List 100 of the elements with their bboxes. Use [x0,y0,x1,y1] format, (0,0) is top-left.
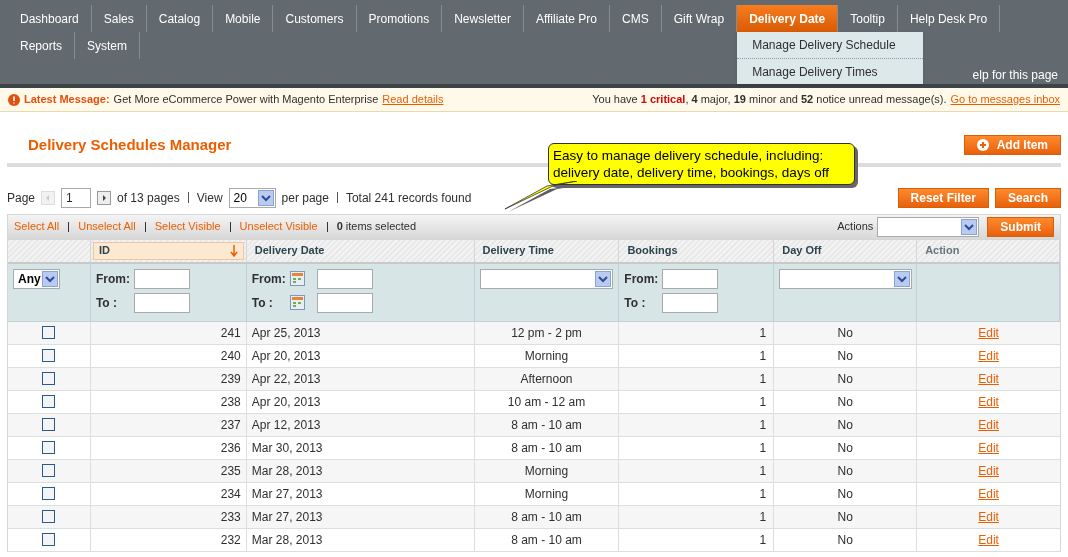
mass-action-link[interactable]: Select Visible [154,218,221,235]
nav-menu-item[interactable]: System [75,32,141,59]
nav-menu-item[interactable]: Affiliate Pro [523,5,611,32]
edit-link[interactable]: Edit [978,461,999,480]
table-cell-text: Apr 20, 2013 [251,347,321,365]
table-cell-text: No [837,462,853,480]
table-cell-text: Morning [524,462,569,480]
page-title: Delivery Schedules Manager [28,135,232,155]
table-cell-text: Mar 28, 2013 [251,462,323,480]
table-cell-text: 238 [220,393,241,411]
warning-icon [8,93,20,106]
row-checkbox[interactable] [42,418,56,431]
table-cell-text: Mar 28, 2013 [251,531,323,549]
input-field[interactable] [662,268,719,289]
column-header[interactable]: ID [92,241,244,260]
table-cell-text: No [837,370,853,388]
per-page-select[interactable]: 20 [228,187,276,208]
table-cell-text: 240 [220,347,241,365]
column-header[interactable]: Action [919,241,1057,260]
table-cell-text: Apr 20, 2013 [251,393,321,411]
filter-select[interactable] [479,268,613,289]
actions-select[interactable] [877,216,980,237]
nav-menu-item[interactable]: Catalog [146,5,214,32]
nav-menu-item[interactable]: Customers [273,5,357,32]
page-count: of 13 pages [117,189,180,207]
previous-icon[interactable] [41,190,56,205]
row-checkbox[interactable] [42,510,56,523]
edit-link[interactable]: Edit [978,346,999,365]
view-label: View [196,189,223,207]
table-cell-text: 232 [220,531,241,549]
nav-menu-item[interactable]: Delivery Date [737,5,839,32]
table-cell-text: Apr 22, 2013 [251,370,321,388]
dropdown-menu-item[interactable]: Manage Delivery Schedule [737,32,924,58]
edit-link[interactable]: Edit [978,415,999,434]
nav-menu-item[interactable]: Help Desk Pro [897,5,1001,32]
per-page-label: per page [281,189,329,207]
reset-filter-button[interactable]: Reset Filter [897,187,989,208]
nav-menu-item[interactable]: Sales [91,5,147,32]
table-cell-text: Morning [524,485,569,503]
table-cell-text: 12 pm - 2 pm [511,324,582,342]
row-checkbox[interactable] [42,441,56,454]
read-details-link[interactable]: Read details [382,91,444,108]
input-field[interactable] [662,292,719,313]
submit-button[interactable]: Submit [987,216,1054,237]
nav-menu-item[interactable]: Dashboard [8,5,92,32]
input-field[interactable] [133,268,190,289]
table-cell-text: Afternoon [520,370,573,388]
add-item-button[interactable]: Add Item [963,134,1061,155]
table-cell-text: 235 [220,462,241,480]
sort-arrow-icon [229,244,238,257]
table-cell-text: No [837,416,853,434]
input-field[interactable] [133,292,190,313]
column-header[interactable]: Day Off [776,241,915,260]
edit-link[interactable]: Edit [978,507,999,526]
nav-menu-item[interactable]: Tooltip [838,5,898,32]
message-text: Get More eCommerce Power with Magento Enterprise [113,92,379,108]
edit-link[interactable]: Edit [978,392,999,411]
filter-select[interactable] [779,268,913,289]
mass-action-link[interactable]: Unselect All [78,218,136,235]
next-icon[interactable] [97,190,112,205]
edit-link[interactable]: Edit [978,484,999,503]
filter-label: From: [624,270,660,288]
nav-menu-item[interactable]: CMS [610,5,662,32]
search-button[interactable]: Search [994,187,1061,208]
column-header[interactable]: Delivery Time [476,241,617,260]
mass-action-link[interactable]: Unselect Visible [239,218,318,235]
column-header[interactable]: Delivery Date [248,241,472,260]
nav-menu-item[interactable]: Mobile [213,5,274,32]
edit-link[interactable]: Edit [978,323,999,342]
edit-link[interactable]: Edit [978,369,999,388]
input-field[interactable] [316,268,373,289]
calendar-icon[interactable] [289,271,305,286]
row-checkbox[interactable] [42,395,56,408]
table-cell-text: 8 am - 10 am [511,531,582,549]
help-link[interactable]: elp for this page [972,66,1058,84]
row-checkbox[interactable] [42,372,56,385]
edit-link[interactable]: Edit [978,530,999,549]
record-count: Total 241 records found [345,189,472,207]
inbox-link[interactable]: Go to messages inbox [950,91,1060,108]
table-cell-text: 1 [759,393,767,411]
mass-action-link[interactable]: Select All [14,218,60,235]
filter-select[interactable]: Any [13,268,60,289]
row-checkbox[interactable] [42,533,56,546]
row-checkbox[interactable] [42,487,56,500]
row-checkbox[interactable] [42,349,56,362]
column-header[interactable]: Bookings [621,241,772,260]
calendar-icon[interactable] [289,295,305,310]
table-cell-text: 8 am - 10 am [511,416,582,434]
row-checkbox[interactable] [42,326,56,339]
table-cell-text: Mar 27, 2013 [251,508,323,526]
nav-menu-item[interactable]: Promotions [356,5,443,32]
table-cell-text: 10 am - 12 am [507,393,586,411]
nav-menu-item[interactable]: Reports [8,32,76,59]
table-cell-text: Apr 12, 2013 [251,416,321,434]
message-summary: You have 1 critical, 4 major, 19 minor and 52 notice unread message(s). [592,92,947,108]
edit-link[interactable]: Edit [978,438,999,457]
row-checkbox[interactable] [42,464,56,477]
nav-menu-item[interactable]: Newsletter [442,5,524,32]
page-input[interactable]: 1 [61,187,92,208]
input-field[interactable] [316,292,373,313]
